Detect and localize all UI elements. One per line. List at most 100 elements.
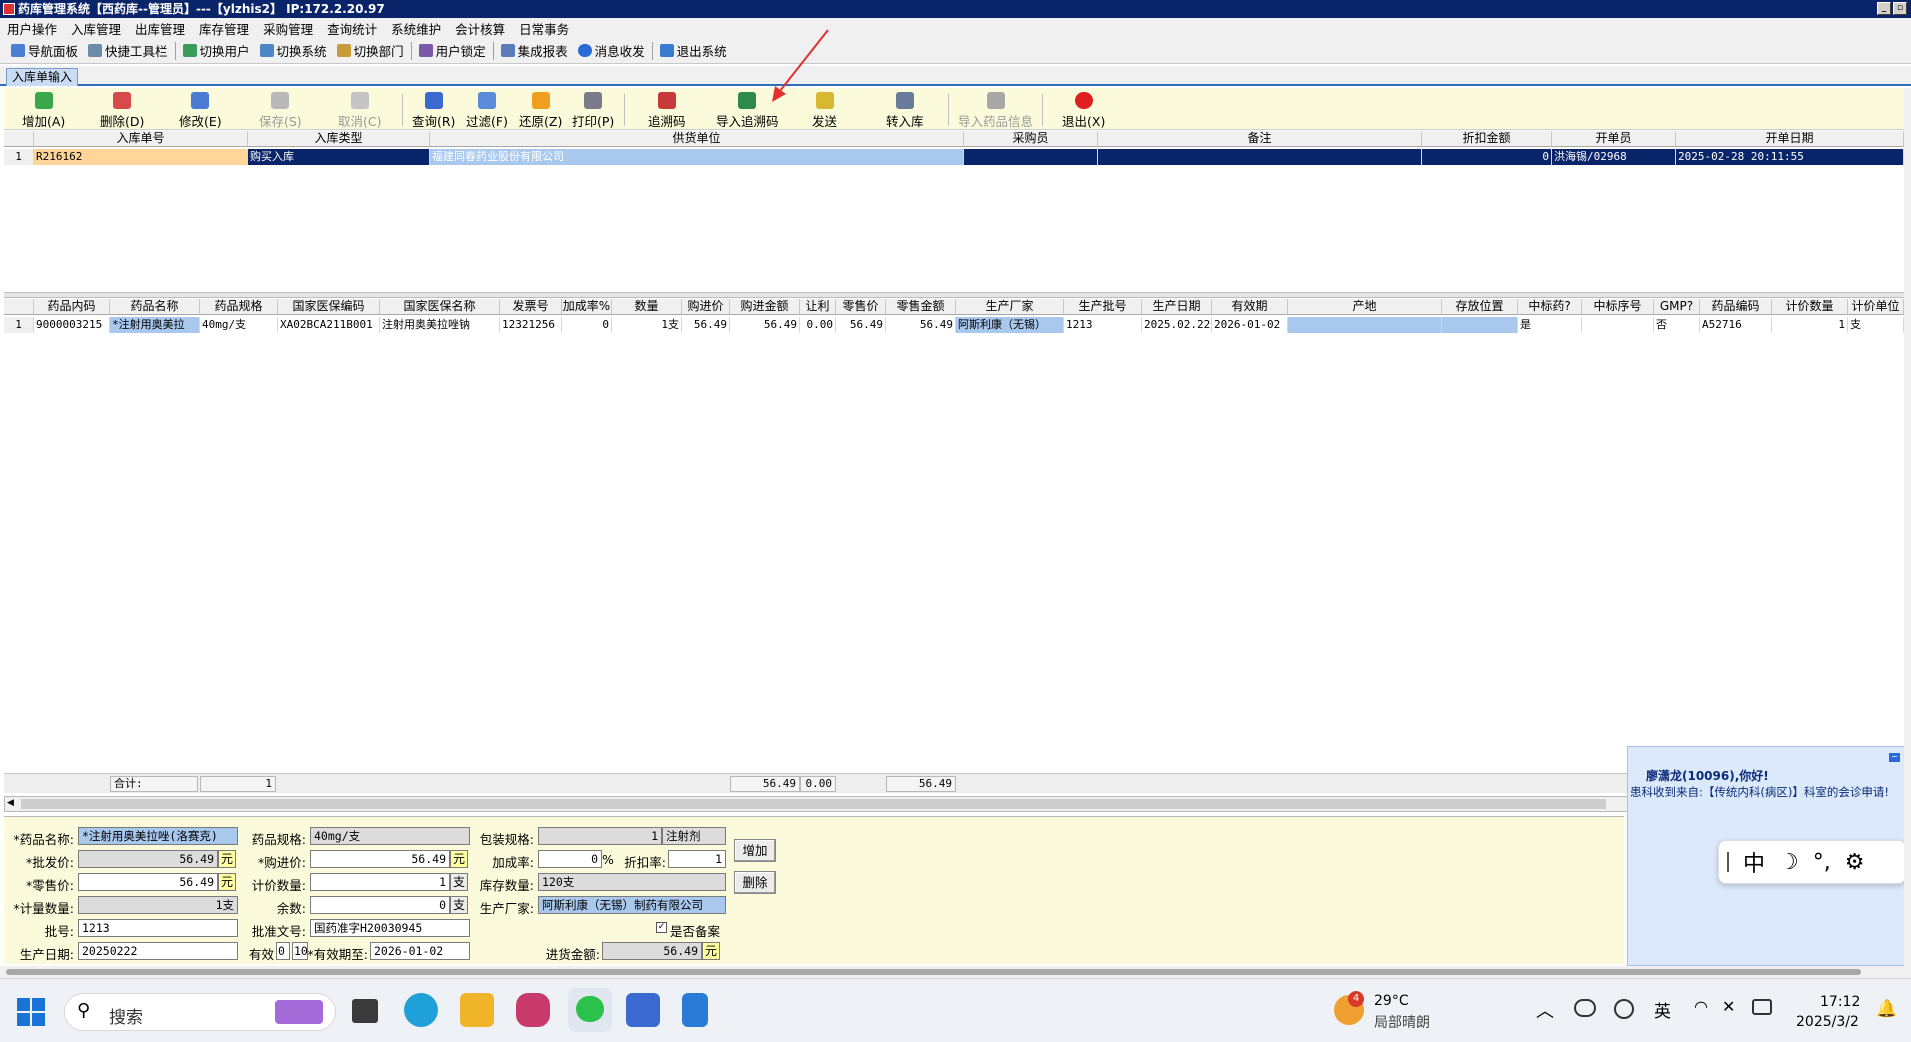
settings-icon[interactable]: ⚙ [1845,850,1865,875]
col-header[interactable]: 入库单号 [34,131,248,147]
switch-user-button[interactable]: 切换用户 [178,41,255,60]
col-header[interactable]: 生产批号 [1064,299,1142,315]
punctuation-icon[interactable]: °, [1813,850,1831,875]
approval-field[interactable]: 国药准字H20030945 [310,919,470,937]
col-header[interactable]: 购进价 [682,299,730,315]
col-header[interactable]: 让利 [800,299,836,315]
task-view-icon[interactable] [352,999,378,1023]
col-header[interactable]: 数量 [612,299,682,315]
cell-price-unit[interactable]: 支 [1848,317,1904,333]
purchase-price-field[interactable]: 56.49 [310,850,450,868]
ime-language[interactable]: 英 [1654,997,1671,1022]
cell-drug-number[interactable]: A52716 [1700,317,1772,333]
trace-code-button[interactable]: 追溯码 [648,92,686,130]
col-header[interactable]: 药品名称 [110,299,200,315]
cell-buyer[interactable] [964,149,1098,165]
cell-batch-no[interactable]: 1213 [1064,317,1142,333]
col-header[interactable]: 存放位置 [1442,299,1518,315]
edge-browser-icon[interactable] [404,993,438,1027]
clock-time[interactable]: 17:12 [1820,994,1860,1010]
retail-field[interactable]: 56.49 [78,873,218,891]
cell-retail-price[interactable]: 56.49 [836,317,886,333]
cell-quantity[interactable]: 1支 [612,317,682,333]
col-header[interactable]: 加成率% [562,299,612,315]
col-header[interactable]: 计价单位 [1848,299,1904,315]
filed-checkbox[interactable]: ✓ [656,922,667,933]
moon-icon[interactable]: ☽ [1779,850,1799,875]
cell-entry-date[interactable]: 2025-02-28 20:11:55 [1676,149,1904,165]
col-header[interactable]: 中标药? [1518,299,1582,315]
col-header[interactable]: 药品内码 [34,299,110,315]
battery-icon[interactable] [1752,999,1772,1015]
volume-muted-icon[interactable]: ✕ [1722,997,1735,1016]
menu-purchase[interactable]: 采购管理 [256,19,320,38]
remainder-field[interactable]: 0 [310,896,450,914]
cell-gmp[interactable]: 否 [1654,317,1700,333]
vertical-scrollbar[interactable] [1904,88,1911,968]
print-button[interactable]: 打印(P) [572,92,614,130]
col-header[interactable]: 药品规格 [200,299,278,315]
cell-bid-drug[interactable]: 是 [1518,317,1582,333]
wechat-active-bg[interactable] [568,988,612,1032]
notification-bell-icon[interactable]: 🔔 [1876,999,1897,1019]
cell-bid-seq[interactable] [1582,317,1654,333]
database-app-icon[interactable] [516,993,550,1027]
col-header[interactable]: 折扣金额 [1422,131,1552,147]
import-drug-info-button[interactable]: 导入药品信息 [958,92,1033,130]
reports-button[interactable]: 集成报表 [496,41,573,60]
sync-icon[interactable] [1614,999,1634,1019]
amount-field[interactable]: 56.49 [602,942,702,960]
col-header[interactable]: 开单员 [1552,131,1676,147]
pack-spec-field[interactable]: 1 [538,827,662,845]
menu-inventory[interactable]: 库存管理 [192,19,256,38]
delete-button[interactable]: 删除(D) [100,92,144,130]
menu-daily[interactable]: 日常事务 [512,19,576,38]
menu-user-ops[interactable]: 用户操作 [0,19,64,38]
cell-origin[interactable] [1288,317,1442,333]
switch-dept-button[interactable]: 切换部门 [332,41,409,60]
edit-button[interactable]: 修改(E) [179,92,222,130]
form-add-button[interactable]: 增加 [734,839,776,862]
col-header[interactable]: 发票号 [500,299,562,315]
price-qty-field[interactable]: 1 [310,873,450,891]
cell-expiry[interactable]: 2026-01-02 [1212,317,1288,333]
cell-markup-rate[interactable]: 0 [562,317,612,333]
cell-rebate[interactable]: 0.00 [800,317,836,333]
col-header[interactable]: 产地 [1288,299,1442,315]
add-button[interactable]: 增加(A) [22,92,65,130]
col-header[interactable]: 开单日期 [1676,131,1904,147]
cell-invoice-no[interactable]: 12321256 [500,317,562,333]
remote-desktop-icon[interactable] [626,993,660,1027]
ime-drag-handle[interactable] [1727,852,1729,872]
col-header[interactable]: 计价数量 [1772,299,1848,315]
menu-inbound[interactable]: 入库管理 [64,19,128,38]
cell-location[interactable] [1442,317,1518,333]
collapse-icon[interactable]: − [1889,753,1900,762]
restore-button[interactable]: ▫ [1893,2,1907,15]
wifi-icon[interactable]: ◠ [1694,997,1708,1016]
transfer-in-button[interactable]: 转入库 [886,92,924,130]
maker-field[interactable]: 阿斯利康（无锡）制药有限公司 [538,896,726,914]
restore-data-button[interactable]: 还原(Z) [519,92,562,130]
minimize-button[interactable]: _ [1877,2,1891,15]
col-header[interactable]: 药品编码 [1700,299,1772,315]
tab-inbound-entry[interactable]: 入库单输入 [6,68,79,86]
file-explorer-icon[interactable] [460,993,494,1027]
query-button[interactable]: 查询(R) [412,92,455,130]
valid-field-a[interactable]: 0 [276,942,290,960]
start-button[interactable] [17,998,45,1026]
cell-drug-code[interactable]: 9000003215 [34,317,110,333]
cell-remark[interactable] [1098,149,1422,165]
table-row[interactable]: 1 9000003215 *注射用奥美拉 40mg/支 XA02BCA211B0… [4,317,1904,333]
col-header[interactable]: 备注 [1098,131,1422,147]
horizontal-scrollbar[interactable]: ◀ [4,796,1629,812]
switch-system-button[interactable]: 切换系统 [255,41,332,60]
menu-query[interactable]: 查询统计 [320,19,384,38]
clock-date[interactable]: 2025/3/2 [1796,1014,1859,1030]
menu-accounting[interactable]: 会计核算 [448,19,512,38]
filter-button[interactable]: 过滤(F) [466,92,508,130]
discount-rate-field[interactable]: 1 [668,850,726,868]
cell-retail-amount[interactable]: 56.49 [886,317,956,333]
cell-entry-no[interactable]: R216162 [34,149,248,165]
col-header[interactable]: 零售金额 [886,299,956,315]
